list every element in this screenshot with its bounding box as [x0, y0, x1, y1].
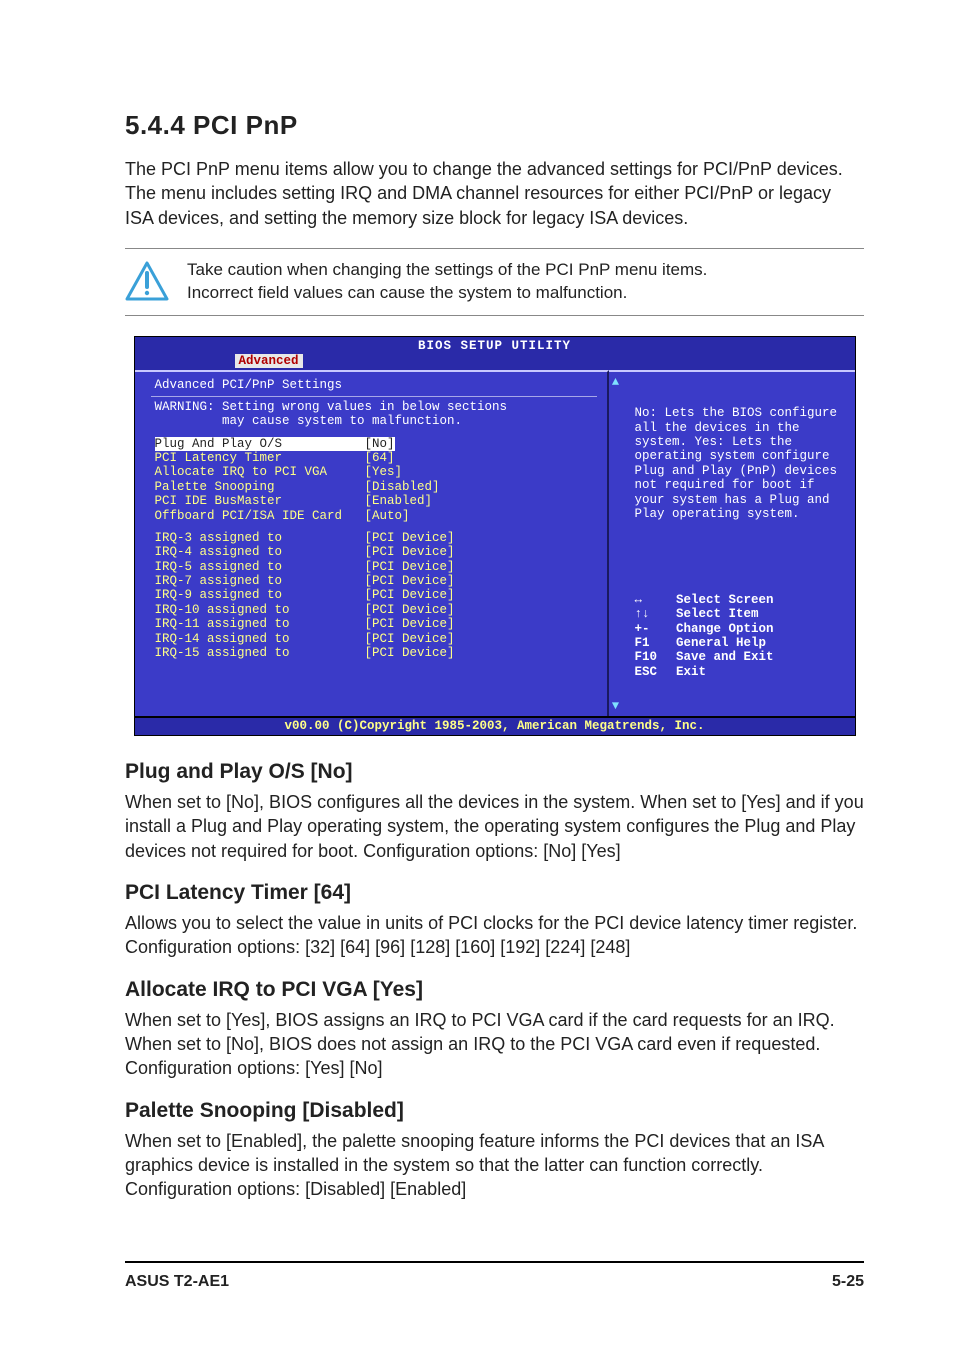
bios-option-name: IRQ-5 assigned to — [155, 560, 365, 574]
bios-tab-advanced[interactable]: Advanced — [235, 354, 303, 368]
bios-option-name: IRQ-4 assigned to — [155, 545, 365, 559]
intro-paragraph: The PCI PnP menu items allow you to chan… — [125, 157, 864, 230]
caution-icon — [125, 261, 169, 301]
footer-page-number: 5-25 — [832, 1273, 864, 1291]
bios-option-name: Palette Snooping — [155, 480, 365, 494]
bios-left-panel: Advanced PCI/PnP Settings WARNING: Setti… — [135, 370, 609, 716]
bios-key-legend-row: ESC Exit — [635, 665, 845, 679]
subsection-heading: Palette Snooping [Disabled] — [125, 1099, 864, 1123]
bios-option-row[interactable]: Offboard PCI/ISA IDE Card[Auto] — [155, 509, 597, 523]
bios-key-label: Save and Exit — [669, 650, 774, 664]
subsection-body: When set to [Enabled], the palette snoop… — [125, 1129, 864, 1202]
bios-option-value: [Enabled] — [365, 494, 433, 508]
section-heading: 5.4.4 PCI PnP — [125, 110, 864, 141]
bios-option-value: [Auto] — [365, 509, 410, 523]
subsection-heading: Plug and Play O/S [No] — [125, 760, 864, 784]
bios-option-value: [PCI Device] — [365, 617, 455, 631]
bios-key-name: ↑↓ — [635, 607, 669, 621]
footer-product: ASUS T2-AE1 — [125, 1273, 229, 1291]
page-footer: ASUS T2-AE1 5-25 — [125, 1261, 864, 1291]
bios-irq-row[interactable]: IRQ-3 assigned to[PCI Device] — [155, 531, 597, 545]
bios-key-legend-row: +- Change Option — [635, 622, 845, 636]
bios-option-name: IRQ-15 assigned to — [155, 646, 365, 660]
bios-irq-row[interactable]: IRQ-7 assigned to[PCI Device] — [155, 574, 597, 588]
bios-option-name: IRQ-9 assigned to — [155, 588, 365, 602]
bios-option-value: [No] — [365, 437, 395, 451]
bios-option-name: PCI Latency Timer — [155, 451, 365, 465]
bios-option-value: [PCI Device] — [365, 560, 455, 574]
bios-option-value: [PCI Device] — [365, 632, 455, 646]
bios-tabs: Advanced — [135, 354, 855, 369]
bios-option-name: Plug And Play O/S — [155, 437, 365, 451]
bios-option-value: [PCI Device] — [365, 646, 455, 660]
bios-option-row[interactable]: Palette Snooping[Disabled] — [155, 480, 597, 494]
bios-screenshot: BIOS SETUP UTILITY Advanced Advanced PCI… — [134, 336, 856, 736]
bios-key-label: Select Screen — [669, 593, 774, 607]
bios-key-label: General Help — [669, 636, 767, 650]
bios-key-legend-row: ↑↓ Select Item — [635, 607, 845, 621]
bios-key-label: Change Option — [669, 622, 774, 636]
bios-copyright: v00.00 (C)Copyright 1985-2003, American … — [135, 716, 855, 735]
bios-option-value: [64] — [365, 451, 395, 465]
bios-scrollbar[interactable]: ▲ ▼ — [609, 370, 623, 716]
bios-irq-row[interactable]: IRQ-14 assigned to[PCI Device] — [155, 632, 597, 646]
caution-line-2: Incorrect field values can cause the sys… — [187, 282, 864, 305]
bios-irq-row[interactable]: IRQ-5 assigned to[PCI Device] — [155, 560, 597, 574]
bios-warning-line-1: WARNING: Setting wrong values in below s… — [155, 400, 597, 414]
bios-option-name: IRQ-7 assigned to — [155, 574, 365, 588]
bios-subheading: Advanced PCI/PnP Settings — [155, 378, 597, 392]
bios-key-name: ESC — [635, 665, 669, 679]
bios-key-legend-row: ↔ Select Screen — [635, 593, 845, 607]
bios-key-label: Select Item — [669, 607, 759, 621]
bios-option-name: IRQ-10 assigned to — [155, 603, 365, 617]
bios-option-value: [Disabled] — [365, 480, 440, 494]
bios-option-name: IRQ-14 assigned to — [155, 632, 365, 646]
bios-irq-row[interactable]: IRQ-9 assigned to[PCI Device] — [155, 588, 597, 602]
bios-option-name: Offboard PCI/ISA IDE Card — [155, 509, 365, 523]
bios-option-row[interactable]: Allocate IRQ to PCI VGA[Yes] — [155, 465, 597, 479]
bios-key-name: ↔ — [635, 593, 669, 607]
bios-option-row[interactable]: Plug And Play O/S[No] — [155, 437, 597, 451]
bios-right-panel: No: Lets the BIOS configure all the devi… — [623, 370, 855, 716]
caution-line-1: Take caution when changing the settings … — [187, 259, 864, 282]
bios-option-value: [Yes] — [365, 465, 403, 479]
subsection-body: When set to [Yes], BIOS assigns an IRQ t… — [125, 1008, 864, 1081]
bios-key-name: F1 — [635, 636, 669, 650]
bios-option-row[interactable]: PCI Latency Timer[64] — [155, 451, 597, 465]
subsection-body: Allows you to select the value in units … — [125, 911, 864, 960]
bios-context-help: No: Lets the BIOS configure all the devi… — [635, 406, 845, 521]
bios-key-name: +- — [635, 622, 669, 636]
scroll-up-icon[interactable]: ▲ — [612, 376, 619, 388]
bios-key-name: F10 — [635, 650, 669, 664]
bios-irq-row[interactable]: IRQ-4 assigned to[PCI Device] — [155, 545, 597, 559]
bios-irq-row[interactable]: IRQ-10 assigned to[PCI Device] — [155, 603, 597, 617]
subsection-heading: Allocate IRQ to PCI VGA [Yes] — [125, 978, 864, 1002]
bios-option-value: [PCI Device] — [365, 545, 455, 559]
bios-key-legend-row: F1 General Help — [635, 636, 845, 650]
caution-callout: Take caution when changing the settings … — [125, 248, 864, 316]
bios-option-name: IRQ-11 assigned to — [155, 617, 365, 631]
scroll-down-icon[interactable]: ▼ — [612, 700, 619, 712]
bios-warning-line-2: may cause system to malfunction. — [155, 414, 597, 428]
bios-option-name: IRQ-3 assigned to — [155, 531, 365, 545]
subsection-body: When set to [No], BIOS configures all th… — [125, 790, 864, 863]
bios-irq-row[interactable]: IRQ-15 assigned to[PCI Device] — [155, 646, 597, 660]
bios-title: BIOS SETUP UTILITY — [135, 337, 855, 354]
bios-key-label: Exit — [669, 665, 707, 679]
bios-option-name: Allocate IRQ to PCI VGA — [155, 465, 365, 479]
bios-irq-row[interactable]: IRQ-11 assigned to[PCI Device] — [155, 617, 597, 631]
subsection-heading: PCI Latency Timer [64] — [125, 881, 864, 905]
bios-option-value: [PCI Device] — [365, 588, 455, 602]
bios-option-row[interactable]: PCI IDE BusMaster[Enabled] — [155, 494, 597, 508]
bios-option-value: [PCI Device] — [365, 574, 455, 588]
bios-option-value: [PCI Device] — [365, 531, 455, 545]
bios-option-value: [PCI Device] — [365, 603, 455, 617]
bios-option-name: PCI IDE BusMaster — [155, 494, 365, 508]
bios-key-legend-row: F10 Save and Exit — [635, 650, 845, 664]
